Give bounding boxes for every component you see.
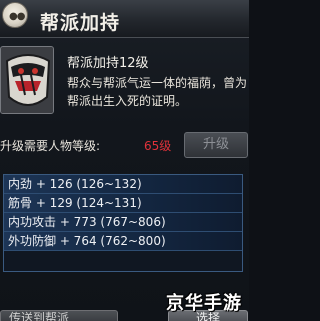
teleport-button[interactable]: 传送到帮派	[0, 310, 118, 321]
requirement-level: 65级	[144, 139, 172, 153]
panel-header: ●● 帮派加持	[0, 0, 249, 38]
stats-list: 内劲 + 126 (126~132) 筋骨 + 129 (124~131) 内功…	[3, 174, 243, 272]
stat-row: 内功攻击 + 773 (767~806)	[4, 213, 242, 232]
watermark-logo: 京华手游	[166, 293, 242, 314]
mask-face-icon	[0, 46, 54, 114]
menu-dots-icon[interactable]: ●●	[2, 2, 28, 28]
stat-row: 筋骨 + 129 (124~131)	[4, 194, 242, 213]
requirement-row: 升级需要人物等级: 65级 升级	[0, 132, 249, 158]
stat-row: 外功防御 + 764 (762~800)	[4, 232, 242, 251]
skill-description: 帮众与帮派气运一体的福荫，曾为帮派出生入死的证明。	[67, 76, 248, 108]
upgrade-button[interactable]: 升级	[184, 132, 248, 158]
menu-dots-glyph: ●●	[9, 11, 25, 22]
panel-title: 帮派加持	[40, 12, 121, 34]
skill-name: 帮派加持12级	[67, 56, 149, 71]
stat-row: 内劲 + 126 (126~132)	[4, 175, 242, 194]
requirement-label: 升级需要人物等级:	[0, 139, 101, 153]
guild-skill-panel: ●● 帮派加持 帮派加持12级 帮众与帮派气运一体的福荫，曾为帮派出生入死的证明…	[0, 0, 249, 321]
